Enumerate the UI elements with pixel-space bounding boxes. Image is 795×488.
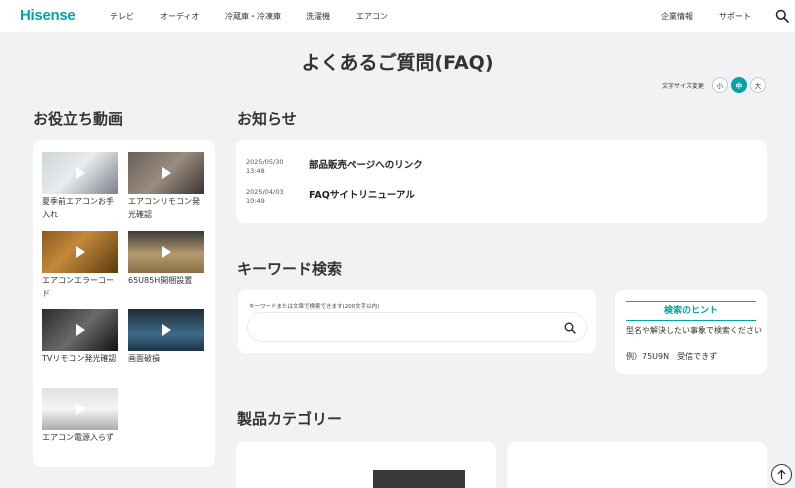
- nav-washer[interactable]: 洗濯機: [306, 11, 330, 22]
- video-item[interactable]: 65U85H開梱設置: [128, 231, 204, 287]
- play-icon: [76, 403, 85, 415]
- nav-support[interactable]: サポート: [719, 11, 751, 22]
- video-item[interactable]: エアコン電源入らず: [42, 388, 118, 444]
- search-hint-example: 例）75U9N 受信できず: [626, 352, 718, 361]
- video-thumbnail[interactable]: [42, 152, 118, 194]
- video-item[interactable]: 夏季前エアコンお手入れ: [42, 152, 118, 221]
- font-size-label: 文字サイズ変更: [662, 82, 704, 90]
- category-title: 製品カテゴリー: [237, 410, 343, 428]
- keyword-search-label: キーワードまたは文章で検索できます(200文字以内): [249, 304, 380, 310]
- video-label[interactable]: エアコンリモコン発光確認: [128, 195, 204, 221]
- video-label[interactable]: 65U85H開梱設置: [128, 274, 204, 287]
- news-date-time: 10:49: [246, 197, 265, 205]
- video-item[interactable]: TVリモコン発光確認: [42, 309, 118, 365]
- news-date: 2025/04/03 10:49: [246, 188, 301, 206]
- nav-refrigerator[interactable]: 冷蔵庫・冷凍庫: [225, 11, 281, 22]
- keyword-search-input[interactable]: [248, 313, 586, 341]
- nav-tv[interactable]: テレビ: [110, 11, 134, 22]
- font-size-switcher: 文字サイズ変更 小 中 大: [662, 76, 766, 94]
- category-card[interactable]: [507, 442, 767, 488]
- video-thumbnail[interactable]: [42, 309, 118, 351]
- category-image[interactable]: [373, 470, 465, 488]
- play-icon: [76, 167, 85, 179]
- video-thumbnail[interactable]: [128, 152, 204, 194]
- video-thumbnail[interactable]: [42, 388, 118, 430]
- video-thumbnail[interactable]: [128, 231, 204, 273]
- font-size-large-button[interactable]: 大: [749, 77, 766, 93]
- videos-panel: 夏季前エアコンお手入れ エアコンリモコン発光確認 エアコンエラーコード 65U8…: [33, 140, 215, 467]
- search-hint-panel: 検索のヒント 型名や解決したい事象で検索ください 例）75U9N 受信できず: [615, 290, 767, 374]
- back-to-top-button[interactable]: [771, 464, 792, 485]
- video-item[interactable]: エアコンエラーコード: [42, 231, 118, 300]
- search-icon[interactable]: [775, 9, 789, 23]
- font-size-small-button[interactable]: 小: [711, 77, 728, 93]
- video-label[interactable]: エアコン電源入らず: [42, 431, 118, 444]
- nav-audio[interactable]: オーディオ: [160, 11, 199, 22]
- nav-aircon[interactable]: エアコン: [356, 11, 388, 22]
- news-date-day: 2025/05/30: [246, 158, 284, 166]
- videos-title: お役立ち動画: [33, 110, 124, 128]
- play-icon: [162, 246, 171, 258]
- search-icon[interactable]: [564, 322, 576, 334]
- play-icon: [76, 246, 85, 258]
- video-label[interactable]: 画面破損: [128, 352, 204, 365]
- news-panel: 2025/05/30 13:48 部品販売ページへのリンク 2025/04/03…: [236, 140, 767, 223]
- video-item[interactable]: 画面破損: [128, 309, 204, 365]
- news-link[interactable]: 部品販売ページへのリンク: [309, 157, 423, 171]
- video-label[interactable]: エアコンエラーコード: [42, 274, 118, 300]
- video-label[interactable]: TVリモコン発光確認: [42, 352, 118, 365]
- keyword-search-title: キーワード検索: [237, 260, 343, 278]
- font-size-medium-button[interactable]: 中: [730, 77, 747, 93]
- hisense-logo[interactable]: Hisense: [20, 7, 76, 24]
- keyword-search-panel: キーワードまたは文章で検索できます(200文字以内): [238, 290, 596, 353]
- nav-corporate[interactable]: 企業情報: [661, 11, 693, 22]
- news-date: 2025/05/30 13:48: [246, 158, 301, 176]
- play-icon: [76, 324, 85, 336]
- play-icon: [162, 167, 171, 179]
- video-item[interactable]: エアコンリモコン発光確認: [128, 152, 204, 221]
- arrow-up-icon: [777, 469, 786, 479]
- video-label[interactable]: 夏季前エアコンお手入れ: [42, 195, 118, 221]
- category-card[interactable]: [236, 442, 496, 488]
- video-thumbnail[interactable]: [128, 309, 204, 351]
- search-hint-text: 型名や解決したい事象で検索ください: [626, 326, 762, 335]
- video-thumbnail[interactable]: [42, 231, 118, 273]
- play-icon: [162, 324, 171, 336]
- news-title: お知らせ: [237, 110, 297, 128]
- page-title: よくあるご質問(FAQ): [301, 52, 494, 74]
- news-link[interactable]: FAQサイトリニューアル: [309, 187, 415, 201]
- search-hint-title: 検索のヒント: [626, 301, 756, 321]
- news-date-time: 13:48: [246, 167, 265, 175]
- site-header: Hisense テレビ オーディオ 冷蔵庫・冷凍庫 洗濯機 エアコン 企業情報 …: [0, 0, 795, 32]
- news-date-day: 2025/04/03: [246, 188, 284, 196]
